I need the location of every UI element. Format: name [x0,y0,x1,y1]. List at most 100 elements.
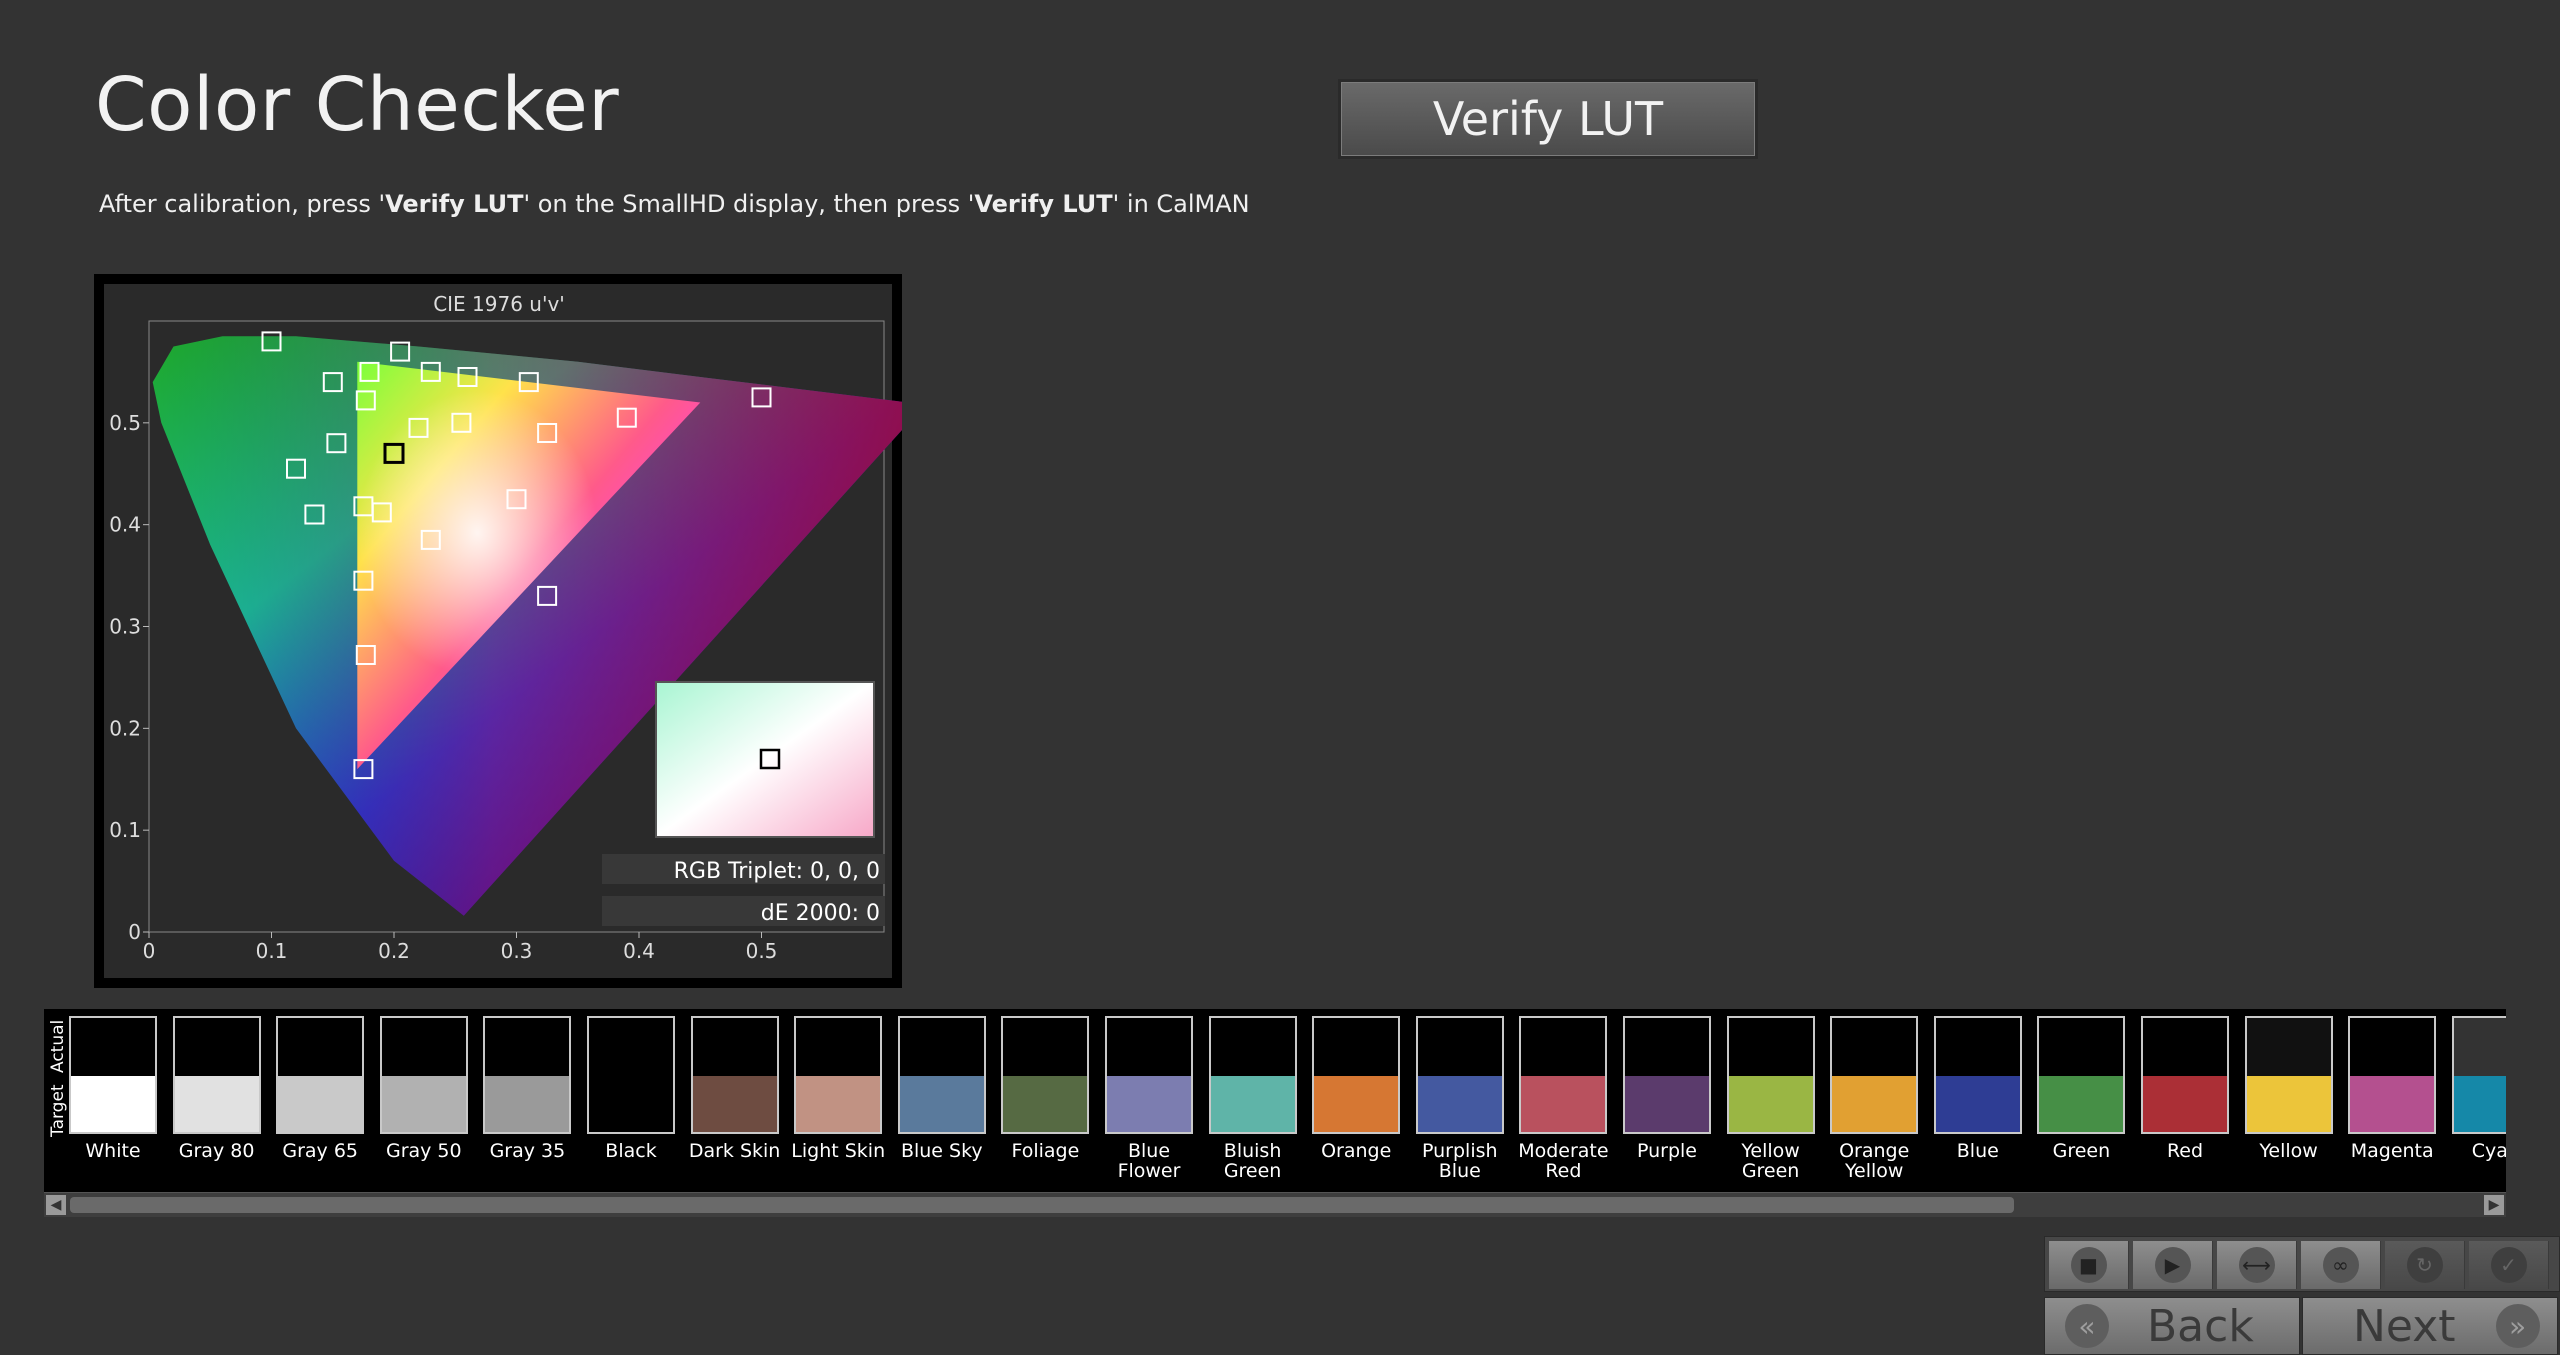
instruction-part: ' on the SmallHD display, then press ' [523,190,975,218]
color-swatch[interactable] [2037,1016,2126,1134]
swatch-label-line: Blue [1438,1160,1481,1182]
back-icon: « [2065,1304,2109,1348]
color-swatch[interactable] [897,1016,986,1134]
swatch-label: Green [2029,1141,2133,1161]
swatch-label: Blue Flower [1097,1141,1201,1181]
swatch-label: Yellow Green [1719,1141,1823,1181]
actual-color [1935,1018,2020,1076]
color-swatch[interactable] [1933,1016,2022,1134]
scroll-left-icon[interactable]: ◀ [46,1195,66,1215]
swatch-label-line: Flower [1117,1160,1181,1182]
swatch-label: Purple [1615,1141,1719,1161]
actual-color [692,1018,777,1076]
actual-color [1832,1018,1917,1076]
target-color [1625,1076,1709,1132]
swatch-label-line: Gray 50 [385,1140,462,1162]
actual-color [2039,1018,2124,1076]
next-button[interactable]: Next » [2302,1297,2558,1355]
instruction-part: ' in CalMAN [1112,190,1250,218]
actual-color [71,1018,155,1076]
actual-color [1107,1018,1191,1076]
refresh-button[interactable]: ↻ [2385,1241,2465,1289]
actual-color [2246,1018,2331,1076]
swatch-label: Orange [1304,1141,1408,1161]
check-button[interactable]: ✓ [2469,1241,2549,1289]
zoom-inset [655,681,875,838]
verify-lut-button[interactable]: Verify LUT [1338,79,1758,159]
x-tick-label: 0.3 [501,939,533,963]
y-tick-label: 0 [128,920,141,944]
instruction-bold: Verify LUT [385,190,524,218]
color-swatch[interactable] [483,1016,572,1134]
actual-color [1003,1018,1088,1076]
actual-color [1625,1018,1709,1076]
scroll-right-icon[interactable]: ▶ [2484,1195,2504,1215]
loop-button[interactable]: ∞ [2301,1241,2381,1289]
swatch-scrollbar[interactable]: ◀ ▶ [44,1192,2506,1217]
swatch-label: Bluish Green [1201,1141,1305,1181]
play-button[interactable]: ▶ [2133,1241,2213,1289]
color-swatch[interactable] [1726,1016,1815,1134]
color-swatch[interactable] [1623,1016,1711,1134]
stop-button[interactable]: ■ [2049,1241,2129,1289]
target-color [2246,1076,2331,1132]
scroll-thumb[interactable] [70,1197,2014,1213]
color-swatch[interactable] [1208,1016,1297,1134]
color-swatch[interactable] [2451,1016,2506,1134]
color-swatch[interactable] [276,1016,365,1134]
swatch-label: Moderate Red [1511,1141,1615,1181]
x-tick-label: 0.2 [378,939,410,963]
swatch-label-line: Dark Skin [688,1140,781,1162]
actual-color [796,1018,881,1076]
y-tick-label: 0.2 [109,716,141,740]
swatch-label-line: Orange [1321,1140,1392,1162]
refresh-icon: ↻ [2406,1247,2443,1283]
swatch-label: Orange Yellow [1822,1141,1926,1181]
swatch-label-line: Blue [1956,1140,1999,1162]
color-swatch[interactable] [69,1016,157,1134]
target-color [1832,1076,1917,1132]
actual-color [589,1018,673,1076]
x-tick-label: 0.4 [623,939,655,963]
target-color [692,1076,777,1132]
color-swatch[interactable] [1519,1016,1608,1134]
color-swatch[interactable] [794,1016,883,1134]
actual-color [1417,1018,1502,1076]
swatch-label-line: Red [2166,1140,2204,1162]
color-swatch[interactable] [1001,1016,1090,1134]
actual-color [278,1018,363,1076]
stop-icon: ■ [2070,1247,2107,1283]
page-title: Color Checker [95,62,620,148]
swatch-label-line: Yellow [1844,1160,1904,1182]
color-swatch[interactable] [2141,1016,2229,1134]
color-swatch[interactable] [2348,1016,2437,1134]
swatch-label-line: Cyan [2471,1140,2506,1162]
target-color [1107,1076,1191,1132]
color-swatch[interactable] [1830,1016,1919,1134]
swatch-label-line: Green [2052,1140,2111,1162]
color-swatch[interactable] [2244,1016,2333,1134]
swatch-label: Gray 65 [268,1141,372,1161]
target-color [2143,1076,2227,1132]
target-color [1003,1076,1088,1132]
swatch-label-line: Gray 35 [489,1140,566,1162]
swatch-label-line: Purplish [1422,1140,1498,1162]
swatch-label-line: Black [605,1140,657,1162]
target-color [1417,1076,1502,1132]
color-swatch[interactable] [690,1016,779,1134]
color-swatch[interactable] [1105,1016,1193,1134]
y-tick-label: 0.1 [109,818,141,842]
fit-button[interactable]: ⟷ [2217,1241,2297,1289]
de-text: dE 2000: 0 [761,901,880,926]
target-color [2453,1076,2506,1132]
swatch-label-line: Foliage [1011,1140,1080,1162]
swatch-label-line: Blue [1127,1140,1171,1162]
color-swatch[interactable] [379,1016,468,1134]
back-button[interactable]: « Back [2044,1297,2300,1355]
color-swatch[interactable] [1415,1016,1504,1134]
target-color [71,1076,155,1132]
color-swatch[interactable] [1312,1016,1401,1134]
color-swatch[interactable] [172,1016,261,1134]
target-color [796,1076,881,1132]
color-swatch[interactable] [587,1016,675,1134]
